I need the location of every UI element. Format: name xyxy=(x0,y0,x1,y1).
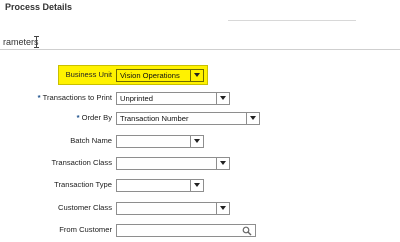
transaction-class-label: Transaction Class xyxy=(51,158,113,167)
search-icon[interactable] xyxy=(242,226,252,236)
transaction-type-label: Transaction Type xyxy=(54,180,112,189)
chevron-down-icon[interactable] xyxy=(190,70,203,81)
required-marker: * xyxy=(37,93,41,102)
transaction-type-select[interactable] xyxy=(116,179,204,192)
batch-name-label: Batch Name xyxy=(70,136,112,145)
from-customer-input[interactable] xyxy=(116,224,256,237)
order-by-select[interactable]: Transaction Number xyxy=(116,112,260,125)
transaction-class-select[interactable] xyxy=(116,157,230,170)
page-title: Process Details xyxy=(5,2,73,12)
from-customer-label: From Customer xyxy=(59,225,112,234)
business-unit-value: Vision Operations xyxy=(120,71,180,80)
business-unit-label: Business Unit xyxy=(65,70,112,79)
customer-class-label: Customer Class xyxy=(57,203,112,212)
order-by-value: Transaction Number xyxy=(120,114,189,123)
chevron-down-icon[interactable] xyxy=(216,158,229,169)
chevron-down-icon[interactable] xyxy=(190,136,203,147)
order-by-label: * Order By xyxy=(76,113,112,122)
transactions-to-print-label: * Transactions to Print xyxy=(37,93,112,102)
required-marker: * xyxy=(76,113,80,122)
parameters-label: rameters xyxy=(3,37,39,47)
chevron-down-icon[interactable] xyxy=(216,93,229,104)
batch-name-select[interactable] xyxy=(116,135,204,148)
transactions-to-print-value: Unprinted xyxy=(120,94,153,103)
business-unit-select[interactable]: Vision Operations xyxy=(116,69,204,82)
chevron-down-icon[interactable] xyxy=(190,180,203,191)
transactions-to-print-select[interactable]: Unprinted xyxy=(116,92,230,105)
divider xyxy=(228,20,356,21)
chevron-down-icon[interactable] xyxy=(246,113,259,124)
customer-class-select[interactable] xyxy=(116,202,230,215)
chevron-down-icon[interactable] xyxy=(216,203,229,214)
divider xyxy=(0,49,400,50)
text-cursor-icon xyxy=(34,36,39,48)
